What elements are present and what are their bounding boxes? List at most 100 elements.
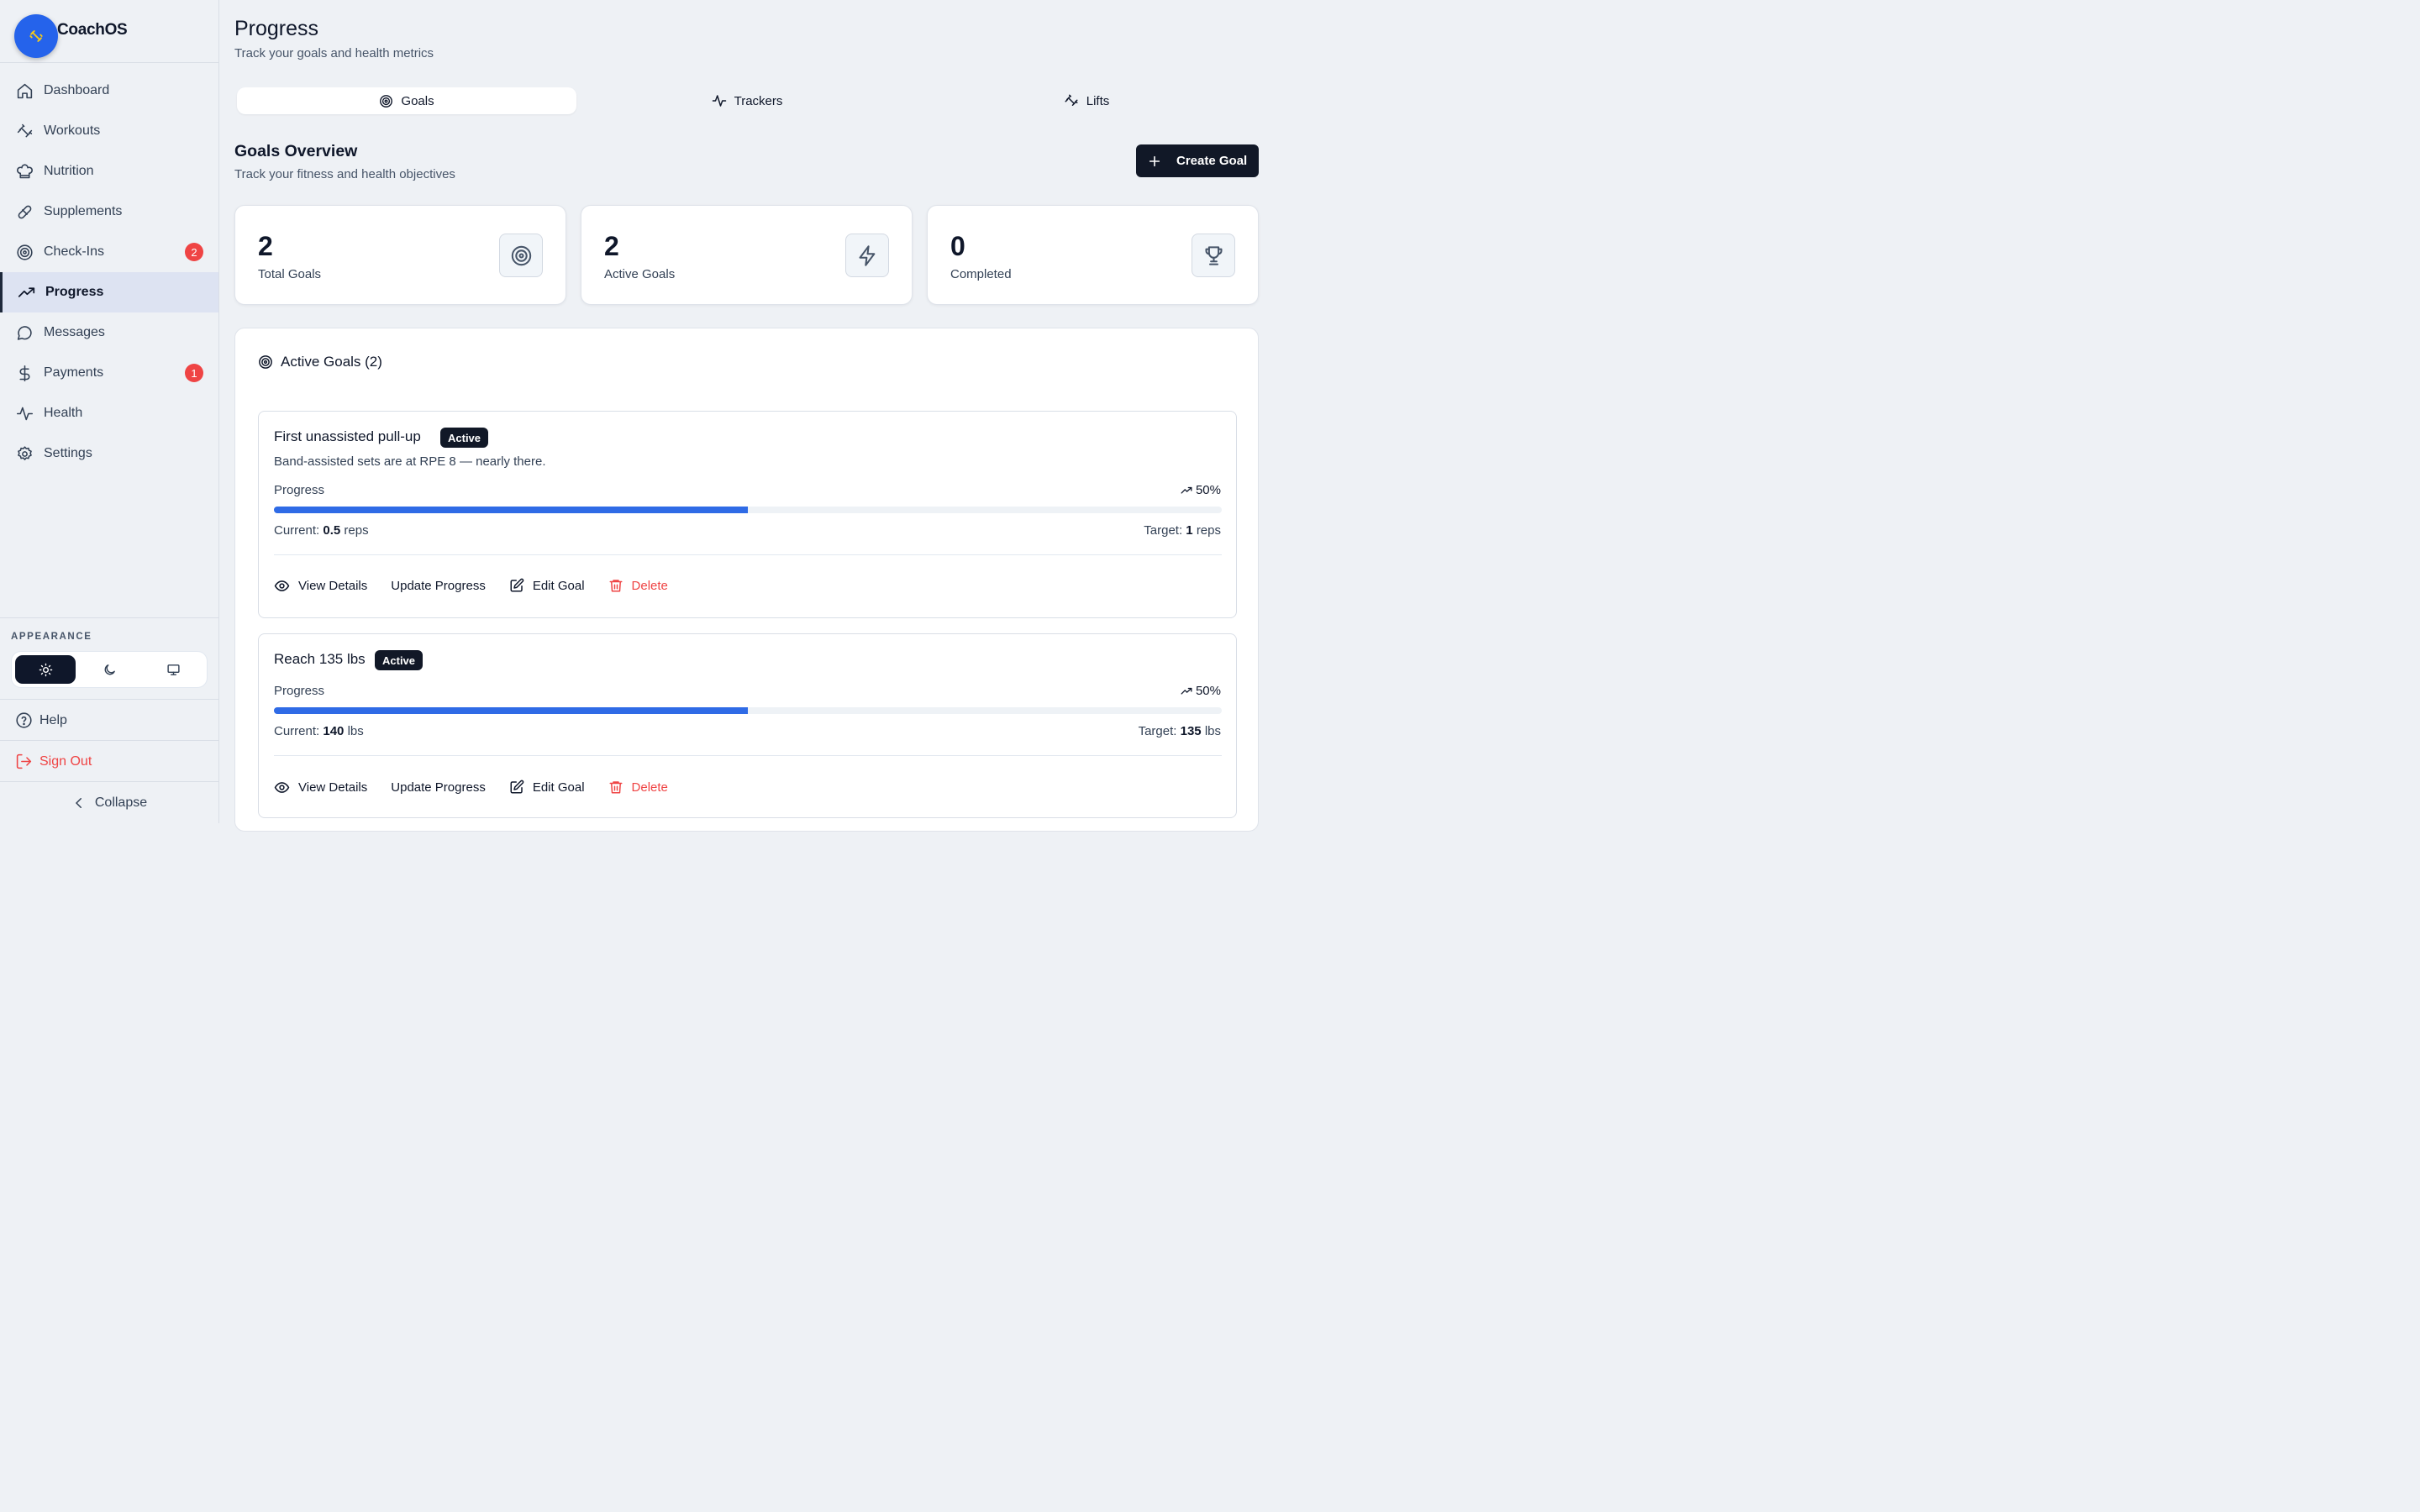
- sidebar-item-messages[interactable]: Messages: [0, 312, 218, 353]
- edit-goal-label: Edit Goal: [532, 780, 585, 795]
- chef-hat-icon: [15, 162, 34, 181]
- sidebar-nav: Dashboard Workouts Nutrition Supplements…: [0, 71, 218, 474]
- view-details-button[interactable]: View Details: [266, 771, 376, 803]
- goal-description: Band-assisted sets are at RPE 8 — nearly…: [274, 454, 546, 469]
- trending-up-icon: [1181, 486, 1192, 494]
- monitor-icon: [166, 664, 180, 675]
- delete-goal-button[interactable]: Delete: [600, 570, 676, 601]
- edit-goal-label: Edit Goal: [532, 578, 585, 593]
- current-number: 140: [323, 724, 345, 738]
- progress-percent: 50%: [1181, 483, 1221, 497]
- target-label: Target:: [1138, 724, 1177, 738]
- goal-title: Reach 135 lbs: [274, 651, 366, 667]
- tab-lifts[interactable]: Lifts: [917, 87, 1256, 114]
- theme-system-button[interactable]: [143, 655, 203, 684]
- create-goal-button[interactable]: Create Goal: [1136, 144, 1259, 177]
- trending-up-icon: [1181, 687, 1192, 695]
- sign-out-button[interactable]: Sign Out: [0, 742, 218, 782]
- sidebar-item-label: Check-Ins: [44, 244, 105, 259]
- brand-logo[interactable]: [14, 14, 58, 58]
- delete-goal-label: Delete: [631, 780, 668, 795]
- target-number: 135: [1180, 724, 1202, 738]
- brand-name: CoachOS: [57, 21, 128, 39]
- current-number: 0.5: [323, 523, 341, 538]
- progress-percent-value: 50%: [1195, 684, 1221, 698]
- plus-icon: [1149, 155, 1160, 166]
- help-link[interactable]: Help: [0, 701, 218, 741]
- view-details-button[interactable]: View Details: [266, 570, 376, 601]
- tab-trackers[interactable]: Trackers: [577, 87, 917, 114]
- sidebar-item-nutrition[interactable]: Nutrition: [0, 151, 218, 192]
- stat-value: 0: [950, 231, 965, 261]
- notification-badge: 1: [185, 364, 203, 382]
- app: CoachOS Dashboard Workouts Nutrition Sup…: [0, 0, 1318, 832]
- goal-title: First unassisted pull-up: [274, 428, 421, 444]
- tab-goals[interactable]: Goals: [237, 87, 576, 114]
- goal-card: Reach 135 lbs Active Progress 50% Curren…: [258, 633, 1237, 818]
- create-goal-label: Create Goal: [1176, 154, 1248, 168]
- sidebar-item-dashboard[interactable]: Dashboard: [0, 71, 218, 111]
- sidebar-item-label: Nutrition: [44, 164, 94, 178]
- stat-label: Completed: [950, 267, 1012, 281]
- appearance-section: APPEARANCE: [0, 617, 218, 700]
- update-progress-label: Update Progress: [391, 780, 486, 795]
- delete-goal-button[interactable]: Delete: [600, 771, 676, 803]
- progress-bar-fill: [274, 707, 748, 714]
- target-value: Target: 1 reps: [1144, 523, 1221, 538]
- sidebar-item-label: Health: [44, 406, 83, 420]
- sidebar-item-health[interactable]: Health: [0, 393, 218, 433]
- appearance-label: APPEARANCE: [11, 632, 92, 642]
- target-icon: [259, 355, 272, 369]
- notification-badge: 2: [185, 243, 203, 261]
- update-progress-label: Update Progress: [391, 578, 486, 593]
- target-label: Target:: [1144, 523, 1183, 538]
- target-icon: [380, 94, 393, 108]
- tab-bar: Goals Trackers Lifts: [234, 85, 1260, 117]
- sidebar-item-label: Progress: [45, 285, 104, 299]
- sun-icon: [39, 663, 52, 676]
- log-out-icon: [16, 753, 32, 769]
- sidebar-item-label: Workouts: [44, 123, 101, 138]
- message-icon: [15, 323, 34, 342]
- stat-value: 2: [604, 231, 619, 261]
- tab-label: Goals: [401, 93, 434, 108]
- stat-icon-box: [845, 234, 889, 277]
- edit-icon: [510, 578, 524, 592]
- edit-goal-button[interactable]: Edit Goal: [501, 570, 593, 601]
- current-value: Current: 0.5 reps: [274, 523, 369, 538]
- target-icon: [511, 245, 531, 265]
- dumbbell-logo-icon: [29, 30, 43, 42]
- active-goals-header: Active Goals (2): [258, 354, 382, 370]
- edit-icon: [510, 780, 524, 794]
- progress-label: Progress: [274, 483, 325, 497]
- stat-card-active-goals: 2 Active Goals: [581, 205, 913, 305]
- sidebar-item-check-ins[interactable]: Check-Ins 2: [0, 232, 218, 272]
- stat-icon-box: [499, 234, 543, 277]
- target-number: 1: [1186, 523, 1193, 538]
- status-badge: Active: [375, 650, 424, 670]
- theme-dark-button[interactable]: [79, 655, 139, 684]
- sidebar-item-supplements[interactable]: Supplements: [0, 192, 218, 232]
- edit-goal-button[interactable]: Edit Goal: [501, 771, 593, 803]
- page-subtitle: Track your goals and health metrics: [234, 46, 434, 60]
- sidebar-item-progress[interactable]: Progress: [0, 272, 218, 312]
- collapse-button[interactable]: Collapse: [0, 783, 218, 823]
- active-goals-panel: Active Goals (2) First unassisted pull-u…: [234, 328, 1259, 832]
- status-badge: Active: [440, 428, 489, 448]
- goal-actions: View Details Update Progress Edit Goal D…: [266, 570, 683, 601]
- zap-icon: [858, 244, 875, 266]
- update-progress-button[interactable]: Update Progress: [382, 771, 494, 803]
- sidebar-item-label: Messages: [44, 325, 105, 339]
- section-subtitle: Track your fitness and health objectives: [234, 167, 455, 181]
- theme-light-button[interactable]: [15, 655, 76, 684]
- view-details-label: View Details: [298, 578, 368, 593]
- sidebar-item-payments[interactable]: Payments 1: [0, 353, 218, 393]
- stat-label: Total Goals: [258, 267, 322, 281]
- sidebar-item-settings[interactable]: Settings: [0, 433, 218, 474]
- eye-icon: [274, 580, 290, 591]
- sidebar-item-workouts[interactable]: Workouts: [0, 111, 218, 151]
- update-progress-button[interactable]: Update Progress: [382, 570, 494, 601]
- home-icon: [15, 81, 34, 100]
- trash-icon: [609, 580, 623, 592]
- progress-label: Progress: [274, 684, 325, 698]
